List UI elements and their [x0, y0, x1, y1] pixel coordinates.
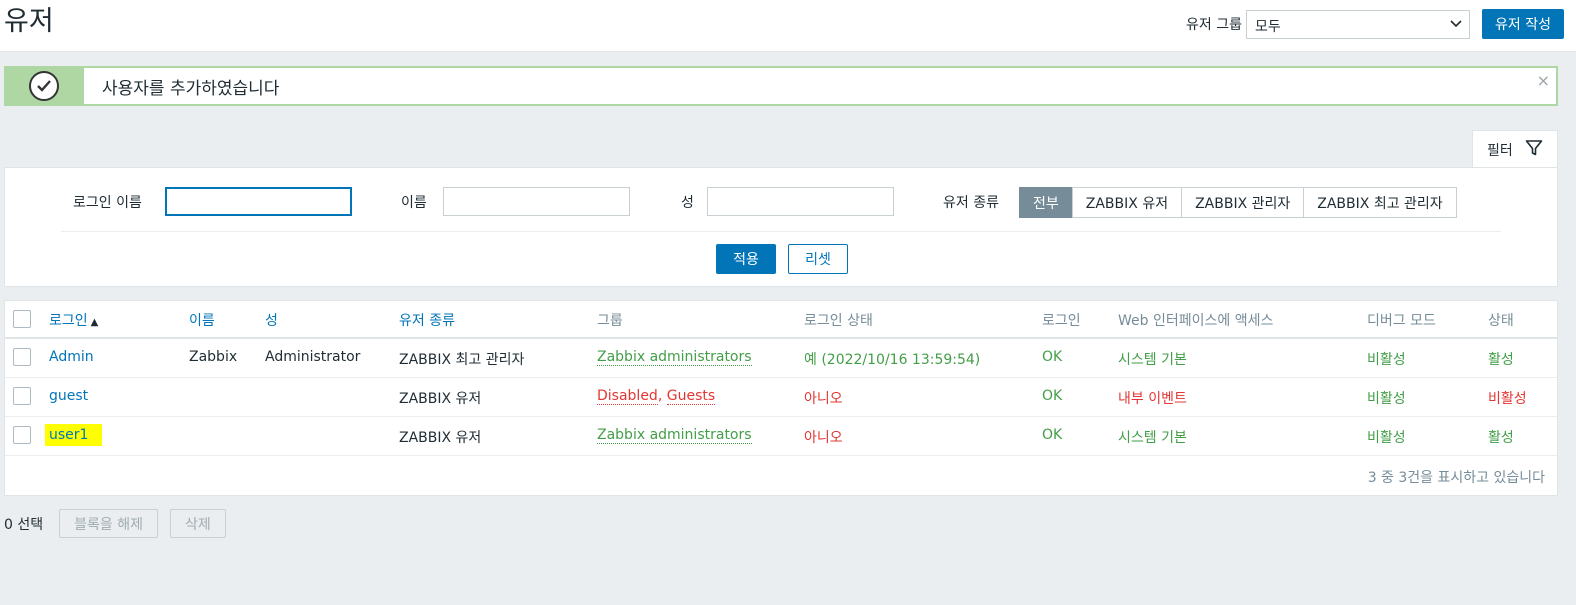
- user-type: ZABBIX 최고 관리자: [399, 352, 525, 368]
- column-login-name-label: 로그인: [49, 313, 88, 329]
- column-groups: 그룹: [597, 313, 623, 329]
- debug-mode[interactable]: 비활성: [1367, 349, 1406, 369]
- close-icon[interactable]: ×: [1537, 71, 1550, 90]
- login-ok: OK: [1042, 349, 1063, 365]
- user-type-option-admin[interactable]: ZABBIX 관리자: [1181, 187, 1305, 218]
- login-ok: OK: [1042, 427, 1063, 443]
- filter-divider: [61, 231, 1501, 232]
- user-type: ZABBIX 유저: [399, 391, 482, 407]
- user-type-option-user[interactable]: ZABBIX 유저: [1071, 187, 1183, 218]
- user-login-link[interactable]: user1: [45, 424, 103, 446]
- user-type-option-all[interactable]: 전부: [1019, 187, 1073, 218]
- user-status[interactable]: 활성: [1488, 427, 1514, 447]
- frontend-access[interactable]: 시스템 기본: [1118, 349, 1187, 369]
- column-frontend-access: Web 인터페이스에 액세스: [1118, 313, 1274, 329]
- select-all-checkbox[interactable]: [13, 310, 31, 328]
- column-name[interactable]: 이름: [189, 310, 215, 330]
- name-input[interactable]: [443, 187, 630, 216]
- selected-count: 0 선택: [4, 516, 44, 533]
- user-group-value: 모두: [1255, 18, 1281, 35]
- surname-input[interactable]: [707, 187, 894, 216]
- login-name-label: 로그인 이름: [73, 195, 142, 211]
- table-header: 로그인 ▲ 이름 성 유저 종류 그룹 로그인 상태 로그인 Web 인터페이스에…: [5, 301, 1557, 339]
- user-type-segmented: 전부 ZABBIX 유저 ZABBIX 관리자 ZABBIX 최고 관리자: [1019, 187, 1457, 218]
- user-group-select[interactable]: 모두: [1246, 9, 1471, 39]
- column-user-type[interactable]: 유저 종류: [399, 310, 455, 330]
- reset-button[interactable]: 리셋: [788, 244, 848, 274]
- user-surname: Administrator: [265, 349, 361, 365]
- chevron-down-icon: [1449, 16, 1463, 33]
- filter-icon: [1525, 139, 1543, 161]
- user-group-label: 유저 그룹: [1186, 17, 1243, 33]
- row-checkbox[interactable]: [13, 348, 31, 366]
- apply-button[interactable]: 적용: [716, 244, 776, 274]
- user-group-link[interactable]: Guests: [666, 388, 716, 405]
- filter-tab[interactable]: 필터: [1472, 130, 1558, 168]
- frontend-access[interactable]: 내부 이벤트: [1118, 388, 1187, 408]
- user-status[interactable]: 비활성: [1488, 388, 1527, 408]
- action-buttons: 0 선택 블록을 해제 삭제: [4, 509, 238, 538]
- header-controls: 유저 그룹 모두 유저 작성: [1186, 9, 1564, 39]
- user-type: ZABBIX 유저: [399, 430, 482, 446]
- row-checkbox[interactable]: [13, 426, 31, 444]
- user-list: 로그인 ▲ 이름 성 유저 종류 그룹 로그인 상태 로그인 Web 인터페이스에…: [4, 300, 1558, 496]
- sort-asc-icon: ▲: [90, 317, 99, 328]
- table-stats: 3 중 3건을 표시하고 있습니다: [1367, 470, 1545, 486]
- delete-button[interactable]: 삭제: [169, 509, 226, 538]
- table-row: Admin Zabbix Administrator ZABBIX 최고 관리자…: [5, 339, 1557, 378]
- login-status: 예 (2022/10/16 13:59:54): [804, 352, 981, 368]
- column-status: 상태: [1488, 313, 1514, 329]
- highlighted-login: user1: [45, 424, 103, 446]
- success-message-text: 사용자를 추가하였습니다: [102, 79, 280, 99]
- user-login-link[interactable]: guest: [49, 388, 88, 404]
- table-row: user1 ZABBIX 유저 Zabbix administrators 아니…: [5, 417, 1557, 456]
- success-message: 사용자를 추가하였습니다 ×: [4, 66, 1558, 106]
- create-user-button[interactable]: 유저 작성: [1482, 9, 1564, 39]
- column-surname[interactable]: 성: [265, 310, 278, 330]
- debug-mode[interactable]: 비활성: [1367, 427, 1406, 447]
- user-group-link[interactable]: Zabbix administrators: [597, 349, 752, 366]
- user-group-link[interactable]: Disabled: [597, 388, 658, 405]
- frontend-access[interactable]: 시스템 기본: [1118, 427, 1187, 447]
- login-ok: OK: [1042, 388, 1063, 404]
- login-status: 아니오: [804, 391, 843, 407]
- page-header: 유저 유저 그룹 모두 유저 작성: [0, 0, 1576, 52]
- unblock-button[interactable]: 블록을 해제: [59, 509, 158, 538]
- success-icon-area: [6, 68, 84, 104]
- user-login-link[interactable]: Admin: [49, 349, 94, 365]
- column-login: 로그인: [1042, 313, 1081, 329]
- login-status: 아니오: [804, 430, 843, 446]
- surname-label: 성: [681, 195, 694, 211]
- user-group-link[interactable]: Zabbix administrators: [597, 427, 752, 444]
- group-separator: ,: [657, 388, 667, 404]
- user-name: Zabbix: [189, 349, 238, 365]
- column-login-name[interactable]: 로그인 ▲: [49, 310, 98, 330]
- filter-panel: 로그인 이름 이름 성 유저 종류 전부 ZABBIX 유저 ZABBIX 관리…: [4, 167, 1558, 287]
- filter-tab-label: 필터: [1487, 142, 1513, 159]
- user-type-label: 유저 종류: [943, 195, 999, 211]
- column-login-status: 로그인 상태: [804, 313, 873, 329]
- checkmark-icon: [29, 71, 59, 101]
- user-status[interactable]: 활성: [1488, 349, 1514, 369]
- user-groups: Disabled, Guests: [597, 388, 716, 405]
- debug-mode[interactable]: 비활성: [1367, 388, 1406, 408]
- name-label: 이름: [401, 195, 427, 211]
- login-name-input[interactable]: [165, 187, 352, 216]
- row-checkbox[interactable]: [13, 387, 31, 405]
- table-row: guest ZABBIX 유저 Disabled, Guests 아니오 OK …: [5, 378, 1557, 417]
- page-title: 유저: [4, 6, 54, 37]
- user-type-option-super-admin[interactable]: ZABBIX 최고 관리자: [1303, 187, 1457, 218]
- column-debug-mode: 디버그 모드: [1367, 313, 1436, 329]
